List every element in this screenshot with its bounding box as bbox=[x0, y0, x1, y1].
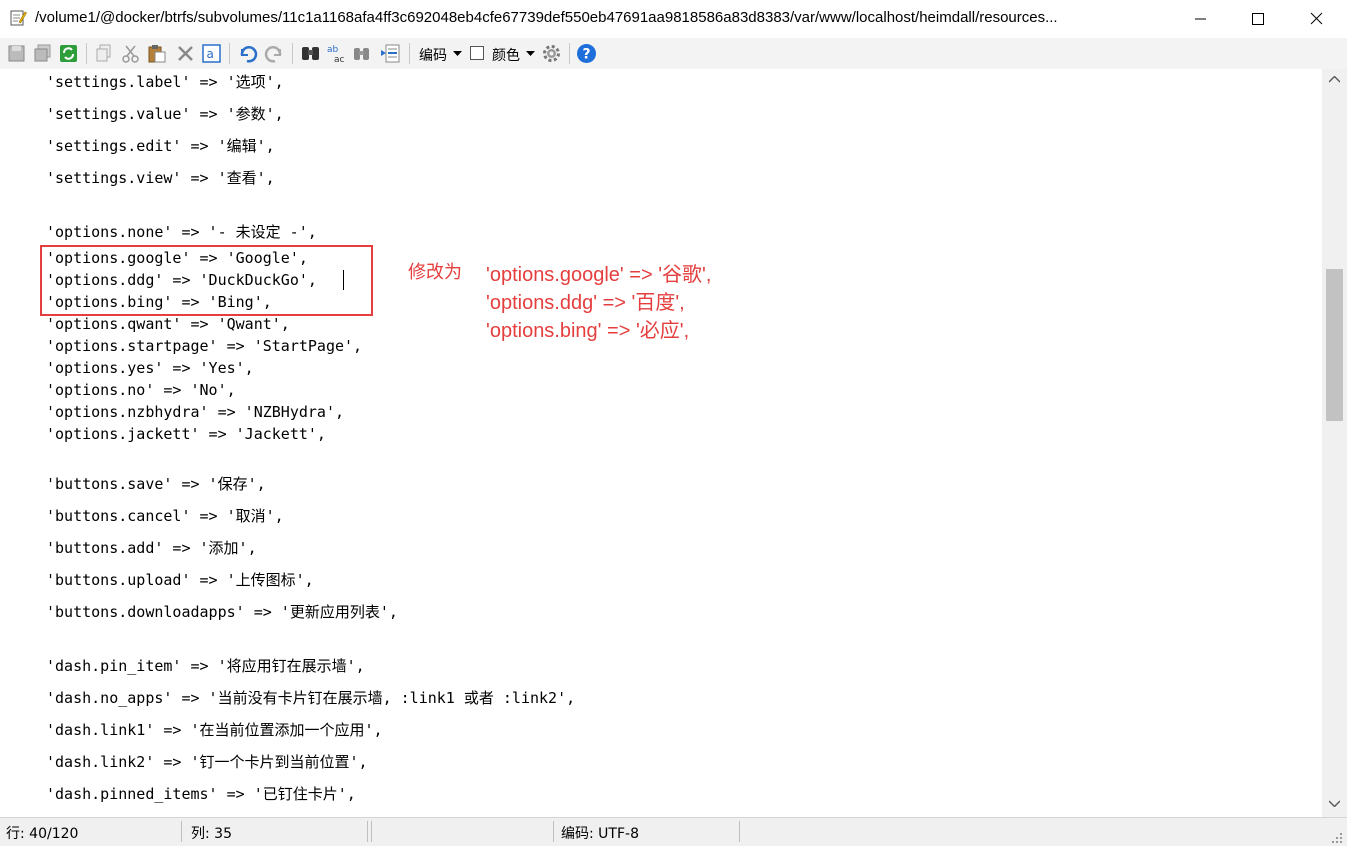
code-line[interactable]: 'options.nzbhydra' => 'NZBHydra', bbox=[46, 401, 344, 423]
code-line[interactable]: 'options.yes' => 'Yes', bbox=[46, 357, 254, 379]
notepad-icon bbox=[10, 10, 27, 26]
redo-icon[interactable] bbox=[264, 43, 285, 64]
goto-line-icon[interactable] bbox=[380, 43, 401, 64]
code-line[interactable]: 'dash.link2' => '钉一个卡片到当前位置', bbox=[46, 751, 368, 773]
toolbar: a ab ac 编码 颜色 ? bbox=[0, 38, 1347, 70]
color-menu-label[interactable]: 颜色 bbox=[492, 45, 520, 65]
code-line[interactable]: 'buttons.upload' => '上传图标', bbox=[46, 569, 314, 591]
code-line[interactable]: 'settings.value' => '参数', bbox=[46, 103, 284, 125]
code-line[interactable]: 'dash.no_apps' => '当前没有卡片钉在展示墙, :link1 或… bbox=[46, 687, 575, 709]
copy-icon[interactable] bbox=[94, 43, 115, 64]
svg-text:?: ? bbox=[583, 47, 591, 63]
maximize-icon bbox=[1252, 13, 1264, 25]
chevron-down-icon[interactable] bbox=[453, 51, 462, 57]
select-all-icon[interactable]: a bbox=[201, 43, 222, 64]
code-line[interactable]: 'settings.edit' => '编辑', bbox=[46, 135, 275, 157]
code-line[interactable]: 'options.startpage' => 'StartPage', bbox=[46, 335, 362, 357]
close-icon bbox=[1310, 12, 1323, 25]
minimize-button[interactable] bbox=[1171, 0, 1229, 38]
code-line[interactable]: 'dash.pin_item' => '将应用钉在展示墙', bbox=[46, 655, 365, 677]
code-line[interactable]: 'options.qwant' => 'Qwant', bbox=[46, 313, 290, 335]
save-icon[interactable] bbox=[6, 43, 27, 64]
code-line[interactable]: 'settings.label' => '选项', bbox=[46, 71, 284, 93]
code-line[interactable]: 'buttons.cancel' => '取消', bbox=[46, 505, 284, 527]
scrollbar-thumb[interactable] bbox=[1326, 269, 1343, 421]
help-icon[interactable]: ? bbox=[576, 43, 597, 64]
close-button[interactable] bbox=[1287, 0, 1345, 38]
status-column-number: 列: 35 bbox=[191, 826, 232, 842]
find-icon[interactable] bbox=[300, 43, 321, 64]
annotation-line: 'options.bing' => '必应', bbox=[486, 320, 690, 342]
text-editor[interactable]: 'settings.label' => '选项', 'settings.valu… bbox=[0, 69, 1322, 817]
svg-text:a: a bbox=[207, 47, 214, 61]
find-in-files-icon[interactable] bbox=[352, 43, 373, 64]
gear-icon[interactable] bbox=[541, 43, 562, 64]
chevron-down-icon[interactable] bbox=[526, 51, 535, 57]
save-all-icon[interactable] bbox=[32, 43, 53, 64]
code-line[interactable]: 'options.none' => '- 未设定 -', bbox=[46, 221, 317, 243]
annotation-line: 'options.ddg' => '百度', bbox=[486, 292, 685, 314]
code-line[interactable]: 'buttons.save' => '保存', bbox=[46, 473, 266, 495]
status-line-number: 行: 40/120 bbox=[6, 826, 79, 842]
maximize-button[interactable] bbox=[1229, 0, 1287, 38]
vertical-scrollbar[interactable] bbox=[1322, 69, 1347, 817]
svg-text:ac: ac bbox=[334, 55, 345, 64]
scroll-up-icon[interactable] bbox=[1329, 76, 1340, 83]
replace-icon[interactable]: abac bbox=[326, 43, 347, 64]
status-encoding: 编码: UTF-8 bbox=[561, 826, 639, 842]
color-checkbox[interactable] bbox=[470, 46, 484, 60]
code-line[interactable]: 'options.no' => 'No', bbox=[46, 379, 236, 401]
status-bar: 行: 40/120 列: 35 编码: UTF-8 bbox=[0, 817, 1347, 846]
title-bar: /volume1/@docker/btrfs/subvolumes/11c1a1… bbox=[0, 0, 1347, 38]
annotation-label: 修改为 bbox=[408, 262, 462, 282]
undo-icon[interactable] bbox=[237, 43, 258, 64]
window-title: /volume1/@docker/btrfs/subvolumes/11c1a1… bbox=[35, 9, 1058, 26]
paste-icon[interactable] bbox=[146, 43, 167, 64]
code-line[interactable]: 'buttons.add' => '添加', bbox=[46, 537, 257, 559]
resize-grip-icon[interactable] bbox=[1330, 831, 1343, 844]
code-line[interactable]: 'options.jackett' => 'Jackett', bbox=[46, 423, 326, 445]
reload-icon[interactable] bbox=[58, 43, 79, 64]
delete-icon[interactable] bbox=[175, 43, 196, 64]
highlight-box bbox=[40, 245, 373, 316]
code-line[interactable]: 'buttons.downloadapps' => '更新应用列表', bbox=[46, 601, 398, 623]
code-line[interactable]: 'dash.link1' => '在当前位置添加一个应用', bbox=[46, 719, 383, 741]
code-line[interactable]: 'dash.pinned_items' => '已钉住卡片', bbox=[46, 783, 356, 805]
scroll-down-icon[interactable] bbox=[1329, 800, 1340, 807]
code-line[interactable]: 'settings.view' => '查看', bbox=[46, 167, 275, 189]
annotation-line: 'options.google' => '谷歌', bbox=[486, 264, 712, 286]
encoding-menu-label[interactable]: 编码 bbox=[419, 45, 447, 65]
cut-icon[interactable] bbox=[120, 43, 141, 64]
minimize-icon bbox=[1195, 18, 1206, 20]
svg-text:ab: ab bbox=[327, 45, 339, 55]
